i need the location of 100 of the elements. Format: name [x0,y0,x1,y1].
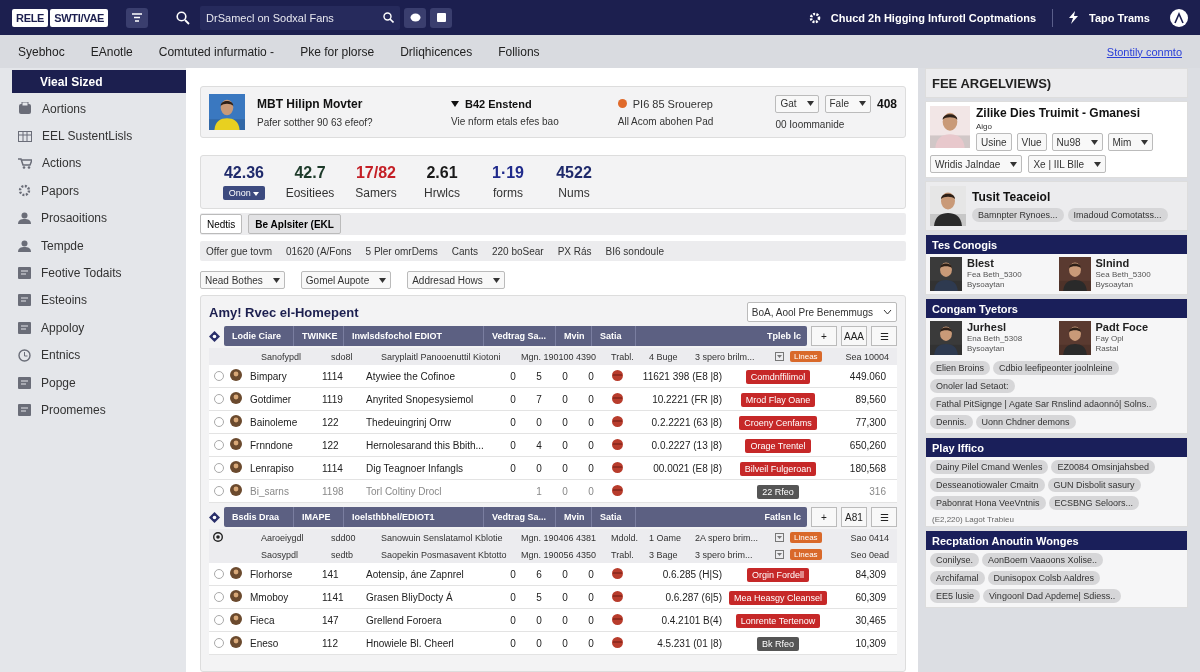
table-icon [18,130,32,142]
ball-icon [611,392,623,404]
row-radio[interactable] [214,440,224,450]
filter-dropdown[interactable]: Gomel Aupote [300,271,392,289]
nav-tab[interactable]: Pke for plorse [300,44,375,59]
table-cell-text: 1198 [322,485,345,497]
sidebar-item[interactable]: Tempde [12,231,186,260]
nav-tab[interactable]: Drliqhicences [400,44,473,59]
tag-pill[interactable]: EE5 lusie [930,589,981,603]
table-cell: 0 [588,462,594,474]
select-field[interactable]: Fale [824,94,871,113]
tag-pill[interactable]: AonBoem Vaaoons Xolise.. [982,553,1103,567]
row-radio[interactable] [214,592,224,602]
sidebar-item[interactable]: Vieal Sized [12,70,186,93]
caret-icon [272,277,280,283]
tag-pill[interactable]: Pabonrat Hona VeeVntnis [930,496,1046,510]
feature-button[interactable]: Nu98 [1051,133,1103,151]
table-row[interactable]: Fieca 147 Grellend Foroera 0 0 0 0 0.4.2101 B(4) Lonrente Tertenow 30,465 [209,609,897,632]
tag-pill[interactable]: Desseanotiowaler Cmaitn [930,478,1045,492]
search-icon[interactable] [176,10,191,25]
table-tool-button[interactable]: A81 [841,507,867,527]
sidebar-item[interactable]: EEL SustentLisls [12,122,186,150]
tag-pill[interactable]: Vingoonl Dad Apdeme| Sdiess.. [983,589,1122,603]
table-tool-button[interactable]: AAA [841,326,867,346]
radio-icon[interactable] [213,531,223,542]
sidebar-item[interactable]: Papors [12,177,186,205]
table-tool-button[interactable]: + [811,507,837,527]
filter-dropdown[interactable]: Addresad Hows [407,271,505,289]
avatar-icon[interactable] [1170,8,1188,27]
tag-pill[interactable]: Dennis. [930,415,973,429]
tag-pill[interactable]: ECSBNG Seloors... [1048,496,1140,510]
sidebar-item[interactable]: Popge [12,368,186,397]
sidebar-item[interactable]: Aortions [12,95,186,123]
tag-pill[interactable]: GUN Disbolit sasury [1047,478,1141,492]
select-field[interactable]: Xe | IIL Blle [1028,155,1106,173]
filter-dropdown[interactable]: Nead Bothes [200,271,285,289]
contact-pill[interactable]: Imadoud Comotatss... [1067,208,1168,222]
row-radio[interactable] [214,615,224,625]
table-row[interactable]: Frnndone 122 Hernolesarand this Bbith... 0 4 0 0 0.0.2227 (13 |8) Orage Trentel 650,260 [209,434,897,457]
nav-tab[interactable]: Comtuted infurmatio - [158,44,275,59]
view-select[interactable]: BoA, Aool Pre Benemmugs [746,302,897,322]
notice-text: Chucd 2h Higging Infurotl Coptmations [830,11,1037,24]
action-button[interactable]: Be Aplsiter (EKL [248,214,341,234]
sidebar-item[interactable]: Esteoins [12,286,186,315]
stat-label: Hrwlcs [424,186,460,200]
tag-pill[interactable]: Dunisopox Colsb Aaldres [987,571,1101,585]
row-radio[interactable] [214,463,224,473]
nav-link[interactable]: Stontily conmto [1106,45,1182,58]
table-row[interactable]: Mmoboy 1141 Grasen BliyDocty Á 0 5 0 0 0.6.287 (6|5) Mea Heasgy Cleansel 60,309 [209,586,897,609]
tag-pill[interactable]: EZ0084 Omsinjahsbed [1051,460,1155,474]
tag-pill[interactable]: Elien Broins [930,361,991,375]
row-radio[interactable] [214,638,224,648]
row-radio[interactable] [214,569,224,579]
table-row[interactable]: Bainoleme 122 Thedeuingrinj Orrw 0 0 0 0 0.2.2221 (63 |8) Croeny Cenfams 77,300 [209,411,897,434]
select-field[interactable]: Wridis Jalndae [930,155,1023,173]
tag-pill[interactable]: Dainy Pilel Cmand Wenles [930,460,1049,474]
feature-button[interactable]: Vlue [1016,133,1047,151]
table-cell: 0 [510,591,516,603]
table-row[interactable]: Florhorse 141 Aotensip, áne Zapnrel 0 6 0 0 0.6.285 (H|S) Orgin Fordell 84,309 [209,563,897,586]
nav-tab[interactable]: Syebhoc [18,44,65,59]
feature-button[interactable]: Mim [1107,133,1154,151]
tag-pill[interactable]: Archifamal [930,571,985,585]
sidebar-item[interactable]: Actions [12,149,186,178]
row-radio[interactable] [214,417,224,427]
tag-pill[interactable]: Fathal PitSignge | Agate Sar Rnslind adaonnó| Solns.. [930,397,1158,411]
feature-subtitle: Aigo [976,122,993,131]
table-row[interactable]: Eneso 112 Hnowiele Bl. Cheerl 0 0 0 0 4.5.231 (01 |8) Bk Rfeo 10,309 [209,632,897,655]
tag-pill[interactable]: Onoler lad Setaot: [930,379,1015,393]
row-radio[interactable] [214,371,224,381]
sidebar-item[interactable]: Proomemes [12,396,186,424]
feature-button[interactable]: Usine [976,133,1012,151]
table-cell: 5 [536,370,542,382]
nav-tab[interactable]: EAnotle [90,44,133,59]
sidebar-item[interactable]: Prosaoitions [12,204,186,232]
table-cell: 0 [536,462,542,474]
table-row[interactable]: Bimpary 1114 Atywiee the Cofinoe 0 5 0 0 11621 398 (E8 |8) Comdnffilimol 449.060 [209,365,897,388]
table-tool-button[interactable]: ☰ [871,507,897,527]
table-tool-button[interactable]: ☰ [871,326,897,346]
menu-button[interactable] [126,7,149,28]
sidebar-item[interactable]: Feotive Todaits [12,259,186,287]
action-button[interactable]: Nedtis [200,214,243,234]
table-row[interactable]: Gotdimer 1119 Anyrited Snopesysiemol 0 7 0 0 10.2221 (FR |8) Mrod Flay Oane 89,560 [209,388,897,411]
nav-tab[interactable]: Follions [498,44,540,59]
sidebar-item[interactable]: Entnics [12,341,186,369]
calendar-button[interactable] [430,7,453,28]
stat-badge[interactable]: Onon [222,186,266,200]
table-cell-text: Saryplaitl Panooenuttil Kiotoni [381,351,502,362]
tag-pill[interactable]: Cdbio leefipeonter joolnleine [993,361,1119,375]
table-tool-button[interactable]: + [811,326,837,346]
tag-pill[interactable]: Conilyse. [930,553,979,567]
chat-button[interactable] [404,7,427,28]
sidebar-item[interactable]: Appoloy [12,314,186,342]
contact-pill[interactable]: Bamnpter Rynoes... [972,208,1064,222]
search-field[interactable]: DrSamecl on Sodxal Fans [200,5,377,30]
tag-pill[interactable]: Uonn Chdner demons [975,415,1076,429]
search-button[interactable] [376,5,401,30]
ball-icon [611,484,623,496]
select-field[interactable]: Gat [775,94,819,113]
table-row[interactable]: Lenrapiso 1114 Dig Teagnoer Infangls 0 0 0 0 00.0021 (E8 |8) Bilveil Fulgeroan 180,568 [209,457,897,480]
row-radio[interactable] [214,394,224,404]
